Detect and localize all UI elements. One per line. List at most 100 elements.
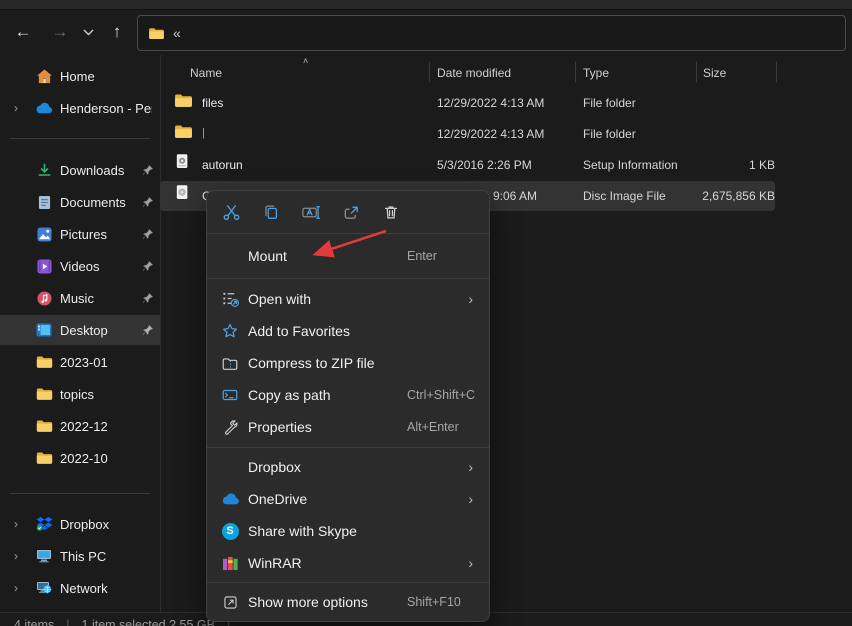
desktop-icon: [34, 323, 54, 337]
folder-icon: [174, 124, 193, 142]
status-separator: |: [66, 618, 69, 626]
documents-icon: [34, 195, 54, 210]
column-separator[interactable]: [776, 62, 777, 82]
file-row[interactable]: autorun 5/3/2016 2:26 PM Setup Informati…: [160, 150, 775, 180]
column-separator[interactable]: [575, 62, 576, 82]
menu-item-label: Dropbox: [248, 459, 301, 475]
setup-information-icon: [176, 153, 189, 173]
expand-chevron-icon[interactable]: ›: [10, 581, 22, 595]
menu-item-open-with[interactable]: Open with ›: [207, 283, 489, 315]
file-name: files: [202, 96, 223, 110]
sidebar-item-music[interactable]: Music: [0, 283, 160, 313]
sidebar-item-pictures[interactable]: Pictures: [0, 219, 160, 249]
title-bar: [0, 0, 852, 10]
menu-item-label: Show more options: [248, 594, 368, 610]
disc-image-icon: [176, 184, 189, 204]
menu-item-dropbox[interactable]: Dropbox ›: [207, 451, 489, 483]
file-row[interactable]: files 12/29/2022 4:13 AM File folder: [160, 88, 775, 118]
column-header-size[interactable]: Size: [703, 66, 726, 80]
sidebar-item-topics[interactable]: topics: [0, 379, 160, 409]
menu-item-show-more-options[interactable]: Show more options Shift+F10: [207, 586, 489, 618]
sidebar-item-dropbox[interactable]: › Dropbox: [0, 509, 160, 539]
expand-chevron-icon[interactable]: ›: [10, 517, 22, 531]
folder-icon: [34, 355, 54, 369]
onedrive-cloud-icon: [220, 493, 240, 505]
selection-summary: 1 item selected 2.55 GB: [82, 618, 215, 626]
up-button[interactable]: ↑: [102, 16, 132, 48]
file-date-modified: 9:06 AM: [493, 189, 537, 203]
file-date-modified: 12/29/2022 4:13 AM: [437, 127, 544, 141]
column-header-type[interactable]: Type: [583, 66, 609, 80]
cut-button[interactable]: [215, 197, 247, 227]
share-button[interactable]: [335, 197, 367, 227]
expand-chevron-icon[interactable]: ›: [10, 101, 22, 115]
rename-button[interactable]: [295, 197, 327, 227]
back-button[interactable]: ←: [8, 16, 38, 48]
menu-item-copy-as-path[interactable]: Copy as path Ctrl+Shift+C: [207, 379, 489, 411]
menu-item-onedrive[interactable]: OneDrive ›: [207, 483, 489, 515]
file-size: 2,675,856 KB: [680, 189, 775, 203]
recent-locations-button[interactable]: [76, 16, 100, 48]
pictures-icon: [34, 227, 54, 242]
folder-icon: [34, 451, 54, 465]
sidebar-item-desktop[interactable]: Desktop: [0, 315, 160, 345]
sidebar-item-onedrive-henderson[interactable]: › Henderson - Person: [0, 93, 160, 123]
sidebar-item-2022-12[interactable]: 2022-12: [0, 411, 160, 441]
sidebar-item-label: This PC: [60, 549, 106, 564]
forward-button[interactable]: →: [45, 16, 75, 48]
navigation-toolbar: ← → ↑ «: [0, 10, 852, 55]
menu-item-share-with-skype[interactable]: S Share with Skype: [207, 515, 489, 547]
sidebar-separator: [10, 138, 150, 139]
sidebar-item-label: 2023-01: [60, 355, 108, 370]
file-name: |: [202, 127, 205, 139]
sidebar-item-2023-01[interactable]: 2023-01: [0, 347, 160, 377]
menu-item-add-to-favorites[interactable]: Add to Favorites: [207, 315, 489, 347]
sidebar-item-network[interactable]: › Network: [0, 573, 160, 603]
menu-item-compress-to-zip[interactable]: Compress to ZIP file: [207, 347, 489, 379]
sidebar-item-2022-10[interactable]: 2022-10: [0, 443, 160, 473]
sidebar-item-home[interactable]: Home: [0, 61, 160, 91]
sidebar-separator: [10, 493, 150, 494]
file-size: 1 KB: [680, 158, 775, 172]
menu-item-winrar[interactable]: WinRAR ›: [207, 547, 489, 579]
sort-ascending-icon: ˄: [303, 56, 308, 66]
sidebar-item-label: Henderson - Person: [60, 101, 152, 116]
star-icon: [220, 322, 240, 340]
column-separator[interactable]: [696, 62, 697, 82]
folder-icon: [34, 419, 54, 433]
sidebar-item-documents[interactable]: Documents: [0, 187, 160, 217]
sidebar-item-this-pc[interactable]: › This PC: [0, 541, 160, 571]
expand-chevron-icon[interactable]: ›: [10, 549, 22, 563]
menu-item-label: Add to Favorites: [248, 323, 350, 339]
sidebar-item-label: Videos: [60, 259, 100, 274]
menu-shortcut: Ctrl+Shift+C: [407, 388, 475, 402]
sidebar-item-label: 2022-10: [60, 451, 108, 466]
chevron-right-icon: ›: [468, 459, 473, 475]
cut-icon: [222, 203, 241, 222]
menu-item-label: Copy as path: [248, 387, 331, 403]
menu-item-label: Mount: [248, 248, 287, 264]
sidebar-item-videos[interactable]: Videos: [0, 251, 160, 281]
onedrive-cloud-icon: [34, 102, 54, 114]
home-icon: [34, 69, 54, 84]
delete-button[interactable]: [375, 197, 407, 227]
sidebar-item-downloads[interactable]: Downloads: [0, 155, 160, 185]
back-arrow-icon: ←: [15, 22, 32, 42]
zip-folder-icon: [220, 355, 240, 371]
menu-item-label: WinRAR: [248, 555, 302, 571]
sidebar-item-label: topics: [60, 387, 94, 402]
chevron-right-icon: ›: [468, 555, 473, 571]
file-row[interactable]: | 12/29/2022 4:13 AM File folder: [160, 119, 775, 149]
open-with-icon: [220, 290, 240, 309]
delete-icon: [382, 203, 400, 221]
pin-icon: [140, 292, 156, 304]
breadcrumb-collapse[interactable]: «: [173, 25, 181, 41]
column-header-name[interactable]: Name: [190, 66, 222, 80]
column-separator[interactable]: [429, 62, 430, 82]
copy-button[interactable]: [255, 197, 287, 227]
address-bar[interactable]: «: [137, 15, 846, 51]
menu-item-properties[interactable]: Properties Alt+Enter: [207, 411, 489, 443]
pin-icon: [140, 228, 156, 240]
column-header-date-modified[interactable]: Date modified: [437, 66, 511, 80]
menu-item-mount[interactable]: Mount Enter: [207, 234, 489, 278]
